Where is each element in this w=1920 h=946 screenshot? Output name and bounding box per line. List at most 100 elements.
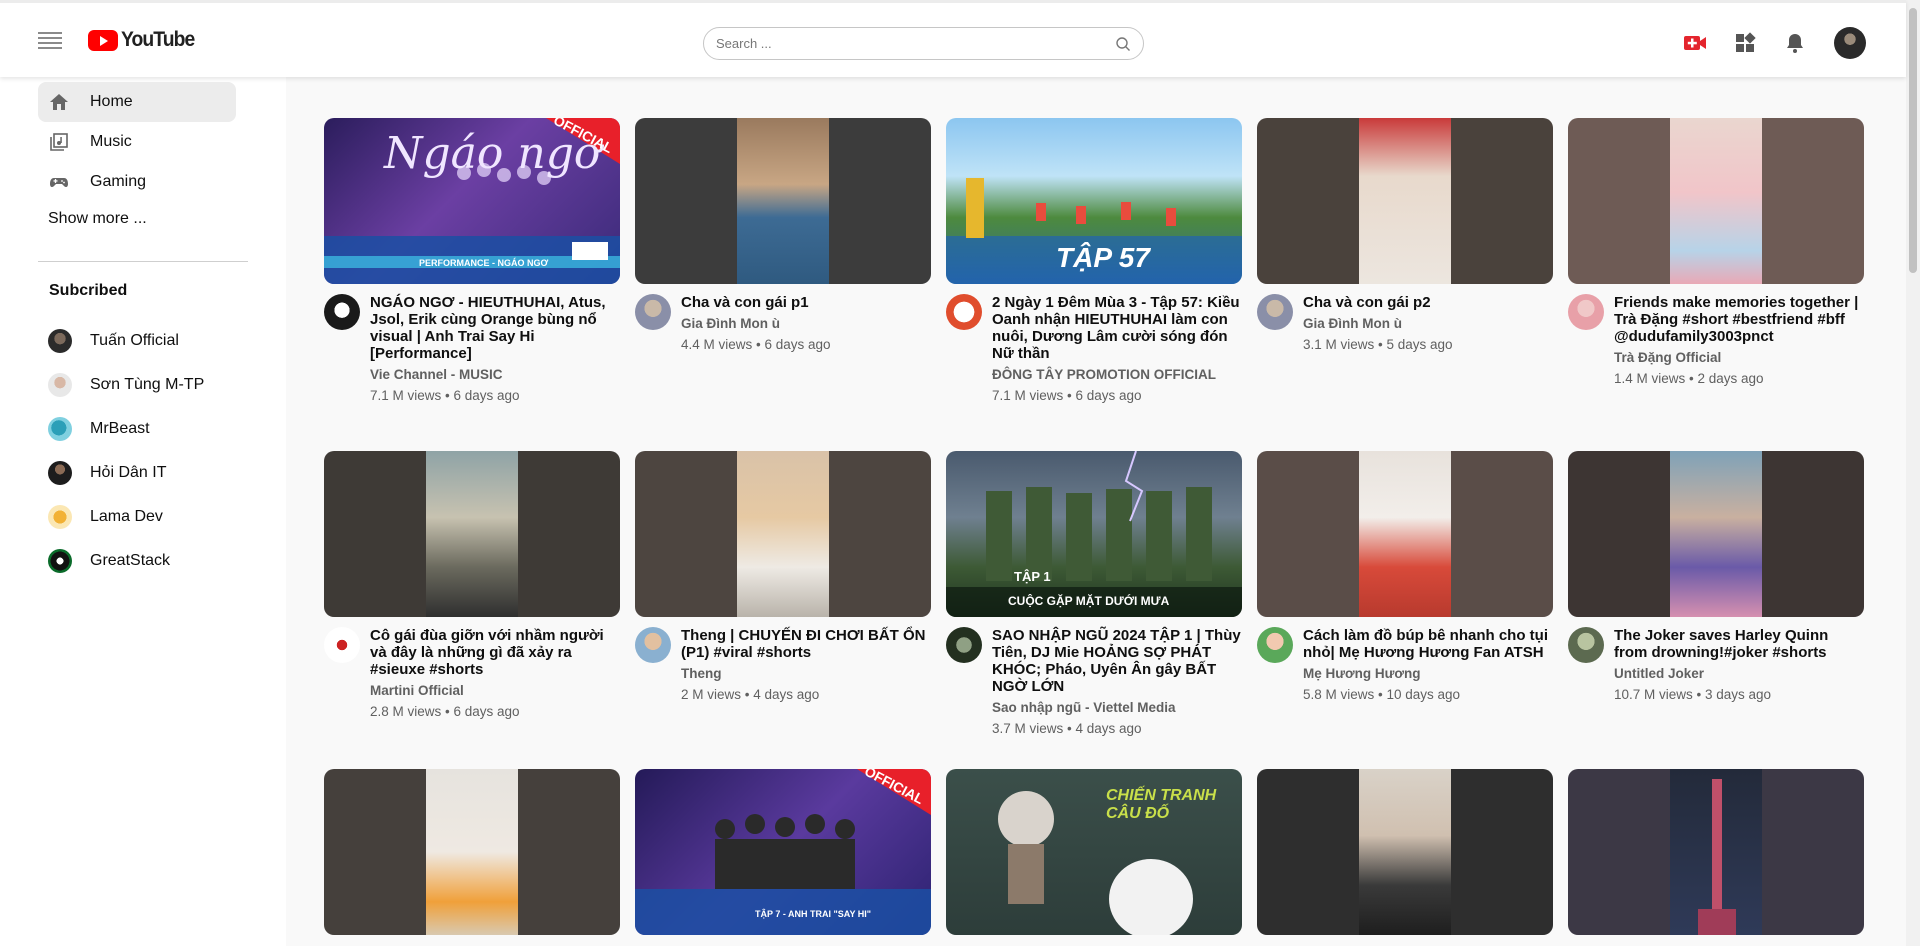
video-title[interactable]: Cha và con gái p2	[1303, 294, 1553, 311]
video-card[interactable]: Cách làm đồ búp bê nhanh cho tụi nhỏ| Mẹ…	[1257, 451, 1553, 702]
video-thumbnail[interactable]: TẬP 1 CUỘC GẶP MẶT DƯỚI MƯA	[946, 451, 1242, 617]
channel-name[interactable]: Trà Đặng Official	[1614, 350, 1864, 366]
channel-name[interactable]: Vie Channel - MUSIC	[370, 367, 620, 383]
youtube-logo[interactable]: YouTube	[88, 28, 201, 52]
search-icon[interactable]	[1115, 36, 1131, 52]
notification-bell-icon[interactable]	[1783, 31, 1807, 55]
video-card[interactable]	[1568, 769, 1864, 935]
video-stats: 4.4 M views • 6 days ago	[681, 337, 831, 352]
subscription-item[interactable]: Hỏi Dân IT	[38, 455, 248, 491]
subscription-name: Sơn Tùng M-TP	[90, 376, 205, 393]
video-title[interactable]: NGÁO NGƠ - HIEUTHUHAI, Atus, Jsol, Erik …	[370, 294, 620, 362]
video-title[interactable]: Cha và con gái p1	[681, 294, 931, 311]
video-thumbnail[interactable]	[1257, 769, 1553, 935]
channel-avatar[interactable]	[1257, 294, 1293, 330]
video-thumbnail[interactable]	[635, 118, 931, 284]
video-thumbnail[interactable]	[635, 451, 931, 617]
video-card[interactable]	[324, 769, 620, 935]
channel-avatar[interactable]	[946, 627, 982, 663]
channel-name[interactable]: Gia Đình Mon ù	[1303, 316, 1553, 332]
youtube-play-icon	[88, 29, 118, 51]
video-thumbnail[interactable]	[1257, 118, 1553, 284]
hamburger-menu-icon[interactable]	[38, 32, 62, 50]
video-card[interactable]: Cô gái đùa giỡn với nhầm người và đây là…	[324, 451, 620, 719]
channel-avatar	[48, 505, 72, 529]
video-title[interactable]: The Joker saves Harley Quinn from drowni…	[1614, 627, 1864, 661]
video-card[interactable]: Cha và con gái p1 Gia Đình Mon ù 4.4 M v…	[635, 118, 931, 352]
top-header: YouTube	[0, 0, 1906, 77]
channel-name[interactable]: ĐÔNG TÂY PROMOTION OFFICIAL	[992, 367, 1242, 383]
video-card[interactable]: TẬP 1 CUỘC GẶP MẶT DƯỚI MƯA SAO NHẬP NGŨ…	[946, 451, 1242, 736]
video-thumbnail[interactable]	[1568, 451, 1864, 617]
video-card[interactable]: The Joker saves Harley Quinn from drowni…	[1568, 451, 1864, 702]
channel-name[interactable]: Sao nhập ngũ - Viettel Media	[992, 700, 1242, 716]
subscription-name: Hỏi Dân IT	[90, 464, 167, 481]
apps-grid-icon[interactable]	[1733, 31, 1757, 55]
video-title[interactable]: Friends make memories together | Trà Đặn…	[1614, 294, 1864, 345]
sidebar-item-home[interactable]: Home	[38, 82, 236, 122]
video-title[interactable]: Theng | CHUYẾN ĐI CHƠI BẤT ỔN (P1) #vira…	[681, 627, 931, 661]
video-stats: 3.7 M views • 4 days ago	[992, 721, 1142, 736]
video-thumbnail[interactable]: TẬP 57	[946, 118, 1242, 284]
video-card[interactable]: CHIẾN TRANH CÂU ĐỐ	[946, 769, 1242, 935]
channel-name[interactable]: Mẹ Hương Hương	[1303, 666, 1553, 682]
video-card[interactable]: Friends make memories together | Trà Đặn…	[1568, 118, 1864, 386]
channel-name[interactable]: Untitled Joker	[1614, 666, 1864, 682]
video-thumbnail[interactable]: Ngáo ngơ OFFICIAL PERFORMANCE - NGÁO NGƠ	[324, 118, 620, 284]
video-thumbnail[interactable]	[1568, 769, 1864, 935]
video-card[interactable]: Theng | CHUYẾN ĐI CHƠI BẤT ỔN (P1) #vira…	[635, 451, 931, 702]
channel-name[interactable]: Martini Official	[370, 683, 620, 699]
short-video-frame	[737, 118, 829, 284]
subscription-item[interactable]: Tuấn Official	[38, 323, 248, 359]
sidebar-item-music[interactable]: Music	[38, 122, 236, 162]
channel-avatar[interactable]	[635, 294, 671, 330]
video-meta: Cha và con gái p1 Gia Đình Mon ù 4.4 M v…	[635, 294, 931, 352]
subscription-item[interactable]: Lama Dev	[38, 499, 248, 535]
video-thumbnail[interactable]	[324, 451, 620, 617]
video-thumbnail[interactable]	[1568, 118, 1864, 284]
video-title[interactable]: 2 Ngày 1 Đêm Mùa 3 - Tập 57: Kiều Oanh n…	[992, 294, 1242, 362]
subscription-item[interactable]: GreatStack	[38, 543, 248, 579]
channel-avatar[interactable]	[635, 627, 671, 663]
video-card[interactable]: OFFICIAL TẬP 7 - ANH TRAI "SAY HI"	[635, 769, 931, 935]
home-icon	[48, 91, 70, 113]
thumbnail-strip-text: PERFORMANCE - NGÁO NGƠ	[419, 258, 549, 268]
video-title[interactable]: SAO NHẬP NGŨ 2024 TẬP 1 | Thùy Tiên, DJ …	[992, 627, 1242, 695]
sidebar-item-gaming[interactable]: Gaming	[38, 162, 236, 202]
video-meta: Cách làm đồ búp bê nhanh cho tụi nhỏ| Mẹ…	[1257, 627, 1553, 702]
video-card[interactable]	[1257, 769, 1553, 935]
video-title[interactable]: Cách làm đồ búp bê nhanh cho tụi nhỏ| Mẹ…	[1303, 627, 1553, 661]
video-thumbnail[interactable]: CHIẾN TRANH CÂU ĐỐ	[946, 769, 1242, 935]
page-scrollbar[interactable]	[1906, 0, 1920, 946]
channel-avatar[interactable]	[1257, 627, 1293, 663]
video-card[interactable]: Ngáo ngơ OFFICIAL PERFORMANCE - NGÁO NGƠ…	[324, 118, 620, 403]
sidebar-item-label: Music	[90, 133, 132, 150]
create-video-icon[interactable]	[1683, 31, 1707, 55]
music-library-icon	[48, 131, 70, 153]
video-title[interactable]: Cô gái đùa giỡn với nhầm người và đây là…	[370, 627, 620, 678]
short-video-frame	[426, 451, 518, 617]
subscription-item[interactable]: Sơn Tùng M-TP	[38, 367, 248, 403]
channel-avatar[interactable]	[324, 294, 360, 330]
channel-avatar	[48, 329, 72, 353]
search-input[interactable]	[716, 36, 1096, 51]
short-video-frame	[1359, 769, 1451, 935]
video-stats: 7.1 M views • 6 days ago	[370, 388, 520, 403]
channel-avatar[interactable]	[946, 294, 982, 330]
channel-name[interactable]: Theng	[681, 666, 931, 682]
show-more-link[interactable]: Show more ...	[48, 210, 147, 228]
video-card[interactable]: TẬP 57 2 Ngày 1 Đêm Mùa 3 - Tập 57: Kiều…	[946, 118, 1242, 403]
subscription-item[interactable]: MrBeast	[38, 411, 248, 447]
channel-avatar[interactable]	[324, 627, 360, 663]
channel-avatar[interactable]	[1568, 294, 1604, 330]
video-card[interactable]: Cha và con gái p2 Gia Đình Mon ù 3.1 M v…	[1257, 118, 1553, 352]
user-avatar[interactable]	[1834, 27, 1866, 59]
video-meta: 2 Ngày 1 Đêm Mùa 3 - Tập 57: Kiều Oanh n…	[946, 294, 1242, 403]
channel-avatar[interactable]	[1568, 627, 1604, 663]
channel-name[interactable]: Gia Đình Mon ù	[681, 316, 931, 332]
video-thumbnail[interactable]	[324, 769, 620, 935]
scrollbar-thumb[interactable]	[1909, 8, 1917, 273]
video-thumbnail[interactable]: OFFICIAL TẬP 7 - ANH TRAI "SAY HI"	[635, 769, 931, 935]
short-video-frame	[1359, 118, 1451, 284]
video-thumbnail[interactable]	[1257, 451, 1553, 617]
